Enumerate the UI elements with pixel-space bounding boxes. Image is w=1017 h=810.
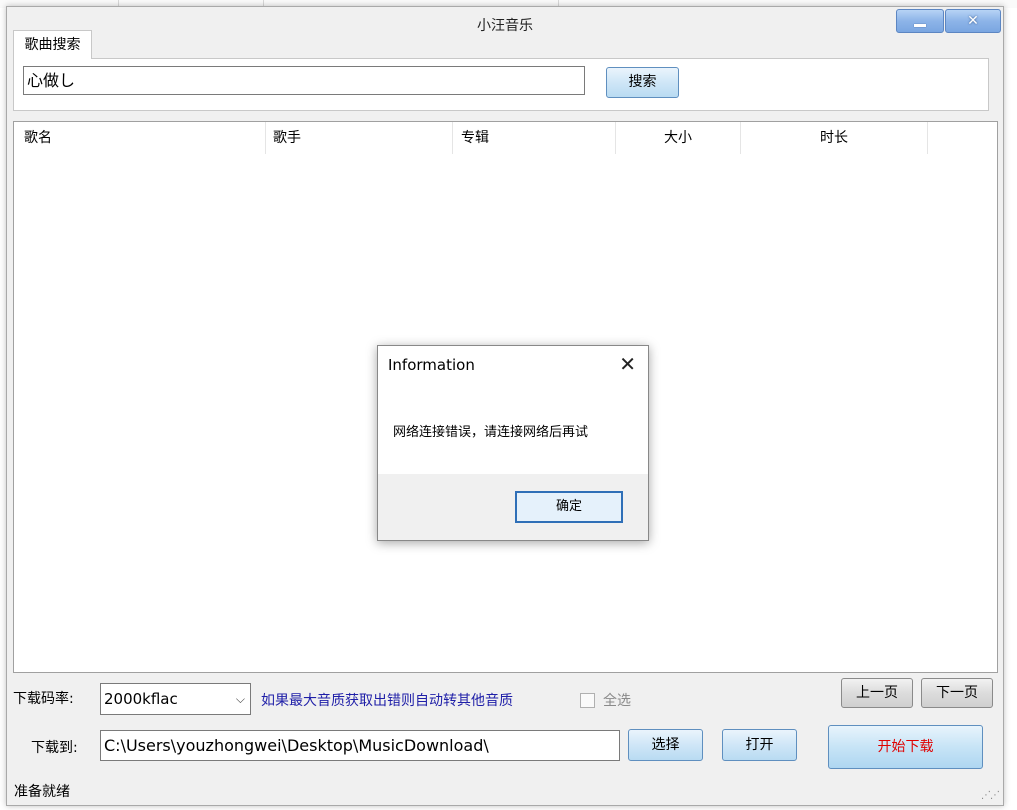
chevron-down-icon: ⌵: [235, 692, 245, 706]
prev-page-button[interactable]: 上一页: [841, 678, 913, 708]
checkbox-icon: [580, 692, 595, 708]
column-header-duration[interactable]: 时长: [741, 122, 928, 154]
choose-folder-button[interactable]: 选择: [628, 729, 703, 761]
search-input[interactable]: 心做し: [23, 66, 585, 95]
close-icon: ✕: [967, 13, 979, 29]
select-all-label: 全选: [603, 693, 631, 709]
window-title: 小汪音乐: [477, 18, 533, 34]
ok-button[interactable]: 确定: [515, 491, 623, 523]
minimize-button[interactable]: [896, 9, 944, 33]
close-button[interactable]: ✕: [945, 9, 1001, 33]
dialog-message: 网络连接错误，请连接网络后再试: [393, 425, 589, 440]
open-folder-button[interactable]: 打开: [722, 729, 797, 761]
bitrate-select[interactable]: 2000kflac ⌵: [100, 683, 251, 715]
status-text: 准备就绪: [14, 784, 70, 800]
resize-grip-icon[interactable]: ⋰⋰: [981, 790, 1000, 801]
start-download-button[interactable]: 开始下载: [828, 725, 983, 769]
table-header: 歌名 歌手 专辑 大小 时长: [14, 122, 997, 154]
download-path-input[interactable]: C:\Users\youzhongwei\Desktop\MusicDownlo…: [100, 730, 620, 761]
column-header-title[interactable]: 歌名: [14, 122, 266, 154]
minimize-icon: [914, 23, 926, 27]
search-panel: 心做し 搜索: [13, 58, 989, 111]
next-page-button[interactable]: 下一页: [921, 678, 993, 708]
column-header-album[interactable]: 专辑: [453, 122, 616, 154]
dialog-footer: 确定: [378, 474, 648, 540]
quality-hint: 如果最大音质获取出错则自动转其他音质: [261, 693, 513, 709]
bitrate-value: 2000kflac: [104, 690, 178, 708]
column-header-size[interactable]: 大小: [616, 122, 741, 154]
tab-song-search[interactable]: 歌曲搜索: [13, 30, 92, 59]
select-all-checkbox[interactable]: 全选: [580, 690, 631, 710]
column-header-artist[interactable]: 歌手: [266, 122, 453, 154]
information-dialog: Information ✕ 网络连接错误，请连接网络后再试 确定: [377, 345, 649, 541]
download-path-label: 下载到:: [31, 740, 78, 756]
bitrate-label: 下载码率:: [13, 691, 74, 707]
search-button[interactable]: 搜索: [606, 67, 679, 98]
dialog-close-icon[interactable]: ✕: [619, 353, 636, 375]
dialog-title: Information: [388, 356, 475, 374]
